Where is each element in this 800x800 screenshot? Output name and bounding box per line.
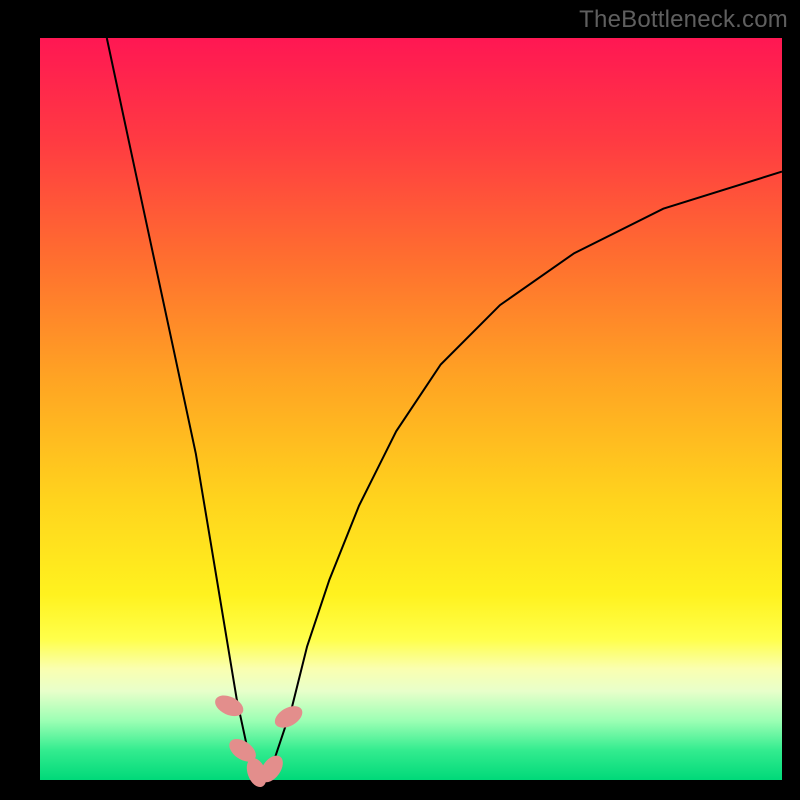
watermark-text: TheBottleneck.com: [579, 6, 788, 34]
bottleneck-curve: [107, 38, 782, 780]
curve-marker: [271, 702, 306, 733]
chart-frame: TheBottleneck.com: [0, 0, 800, 800]
plot-area: [40, 38, 782, 780]
chart-svg: [40, 38, 782, 780]
